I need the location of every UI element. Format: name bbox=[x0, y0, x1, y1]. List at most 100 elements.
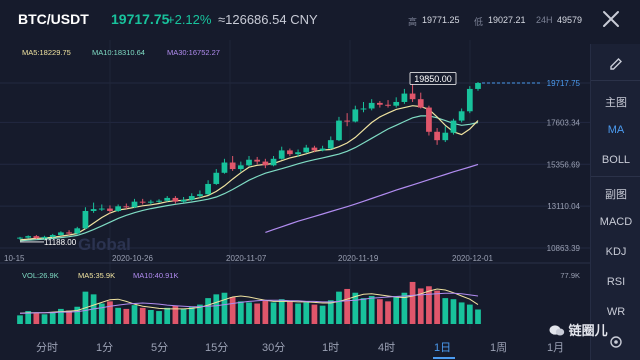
candle bbox=[319, 148, 326, 151]
candle bbox=[458, 111, 465, 121]
volume-bar bbox=[156, 311, 162, 324]
candle bbox=[311, 147, 318, 151]
rsi-button[interactable]: RSI bbox=[591, 276, 640, 288]
candle bbox=[278, 150, 285, 159]
watermark-logo: 链圈儿 bbox=[549, 320, 608, 339]
candle bbox=[180, 199, 187, 202]
y-tick-label: 15356.69 bbox=[547, 160, 581, 169]
volume-bar bbox=[295, 303, 301, 324]
x-tick-label: 2020-11-19 bbox=[338, 254, 379, 263]
candle bbox=[295, 152, 301, 155]
volume-bar bbox=[17, 315, 23, 324]
volume-bar bbox=[213, 294, 220, 324]
candle bbox=[66, 232, 72, 234]
volume-bar bbox=[49, 312, 56, 324]
volume-bar bbox=[360, 298, 367, 324]
candle bbox=[303, 147, 310, 153]
candle bbox=[246, 159, 252, 166]
tab-1day[interactable]: 1日 bbox=[434, 339, 451, 355]
tab-1min[interactable]: 1分 bbox=[96, 339, 113, 355]
volume-bar bbox=[262, 300, 269, 324]
volume-bar bbox=[303, 302, 310, 324]
candle bbox=[164, 197, 171, 201]
ma5-line bbox=[19, 105, 479, 241]
cny-price: ≈126686.54 CNY bbox=[218, 12, 318, 27]
candle bbox=[466, 88, 473, 112]
pair-name[interactable]: BTC/USDT bbox=[18, 11, 89, 27]
candle bbox=[262, 161, 269, 166]
candle bbox=[74, 228, 81, 234]
candle bbox=[107, 208, 113, 211]
volume-bar bbox=[344, 288, 351, 324]
x-tick-label: 2020-11-07 bbox=[226, 254, 267, 263]
draw-pencil-icon[interactable] bbox=[591, 56, 640, 75]
candle bbox=[426, 107, 432, 132]
tab-15min[interactable]: 15分 bbox=[205, 339, 228, 355]
toolbar-divider bbox=[591, 80, 640, 81]
vol-ma10-indicator: MA10:40.91K bbox=[133, 271, 178, 280]
candle bbox=[17, 237, 23, 239]
toolbar-divider bbox=[591, 176, 640, 177]
volume-bar bbox=[475, 309, 481, 324]
volume-bar bbox=[147, 309, 154, 324]
kdj-button[interactable]: KDJ bbox=[591, 246, 640, 258]
tab-30min[interactable]: 30分 bbox=[262, 339, 285, 355]
boll-button[interactable]: BOLL bbox=[591, 154, 640, 166]
tab-1hour[interactable]: 1时 bbox=[322, 339, 339, 355]
tab-1month[interactable]: 1月 bbox=[547, 339, 564, 355]
candle bbox=[344, 120, 351, 122]
candle bbox=[98, 208, 105, 210]
candle bbox=[123, 206, 130, 208]
chart-area[interactable]: Global 19717.75 17603.34 15356.69 13110.04 1… bbox=[0, 40, 590, 340]
vol-indicator: VOL:26.9K bbox=[22, 271, 59, 280]
candle bbox=[58, 232, 64, 236]
volume-bar bbox=[442, 298, 449, 324]
volume-bar bbox=[376, 299, 383, 324]
sub-chart-label: 副图 bbox=[605, 189, 627, 201]
volume-bar bbox=[393, 297, 400, 324]
vol-ma5-indicator: MA5:35.9K bbox=[78, 271, 115, 280]
candle bbox=[401, 93, 408, 102]
close-icon[interactable] bbox=[600, 8, 622, 30]
volume-bar bbox=[385, 301, 391, 324]
tab-4hour[interactable]: 4时 bbox=[378, 339, 395, 355]
volume-bar bbox=[139, 307, 146, 324]
ma10-indicator: MA10:18310.64 bbox=[92, 48, 145, 57]
interval-tabs: 分时 1分 5分 15分 30分 1时 4时 1日 1周 1月 bbox=[0, 337, 590, 360]
x-tick-label: 10-15 bbox=[4, 254, 25, 263]
wechat-icon bbox=[549, 324, 565, 337]
tab-1week[interactable]: 1周 bbox=[490, 339, 507, 355]
volume-bar bbox=[270, 302, 277, 324]
candle bbox=[327, 140, 334, 149]
candle bbox=[115, 206, 122, 211]
volume-bar bbox=[98, 303, 105, 324]
volume-bar bbox=[221, 292, 228, 324]
volume-bar bbox=[229, 297, 236, 324]
ma30-line bbox=[265, 163, 479, 233]
wr-button[interactable]: WR bbox=[591, 306, 640, 318]
volume-bar bbox=[123, 308, 130, 324]
candle bbox=[376, 102, 383, 105]
volume-bar bbox=[450, 299, 457, 324]
low-value: 19027.21 bbox=[488, 15, 526, 25]
volume-bar bbox=[434, 290, 440, 324]
tab-timeline[interactable]: 分时 bbox=[36, 339, 58, 355]
candlestick-chart[interactable]: Global 19717.75 17603.34 15356.69 13110.04 1… bbox=[0, 40, 590, 340]
candle bbox=[33, 236, 40, 239]
candle bbox=[188, 196, 195, 200]
ma-button[interactable]: MA bbox=[591, 124, 640, 136]
candle bbox=[450, 120, 457, 133]
candle bbox=[360, 108, 367, 110]
volume-bar bbox=[246, 302, 252, 324]
candle bbox=[213, 172, 220, 184]
candle bbox=[368, 102, 375, 109]
main-chart-label: 主图 bbox=[605, 97, 627, 109]
volume-bar bbox=[41, 314, 48, 324]
watermark-global: Global bbox=[78, 235, 131, 254]
volume-bar bbox=[409, 281, 416, 324]
watermark-text: 链圈儿 bbox=[568, 323, 608, 338]
tab-5min[interactable]: 5分 bbox=[151, 339, 168, 355]
macd-button[interactable]: MACD bbox=[591, 216, 640, 228]
volume-bar bbox=[278, 299, 285, 324]
candle bbox=[352, 109, 359, 122]
